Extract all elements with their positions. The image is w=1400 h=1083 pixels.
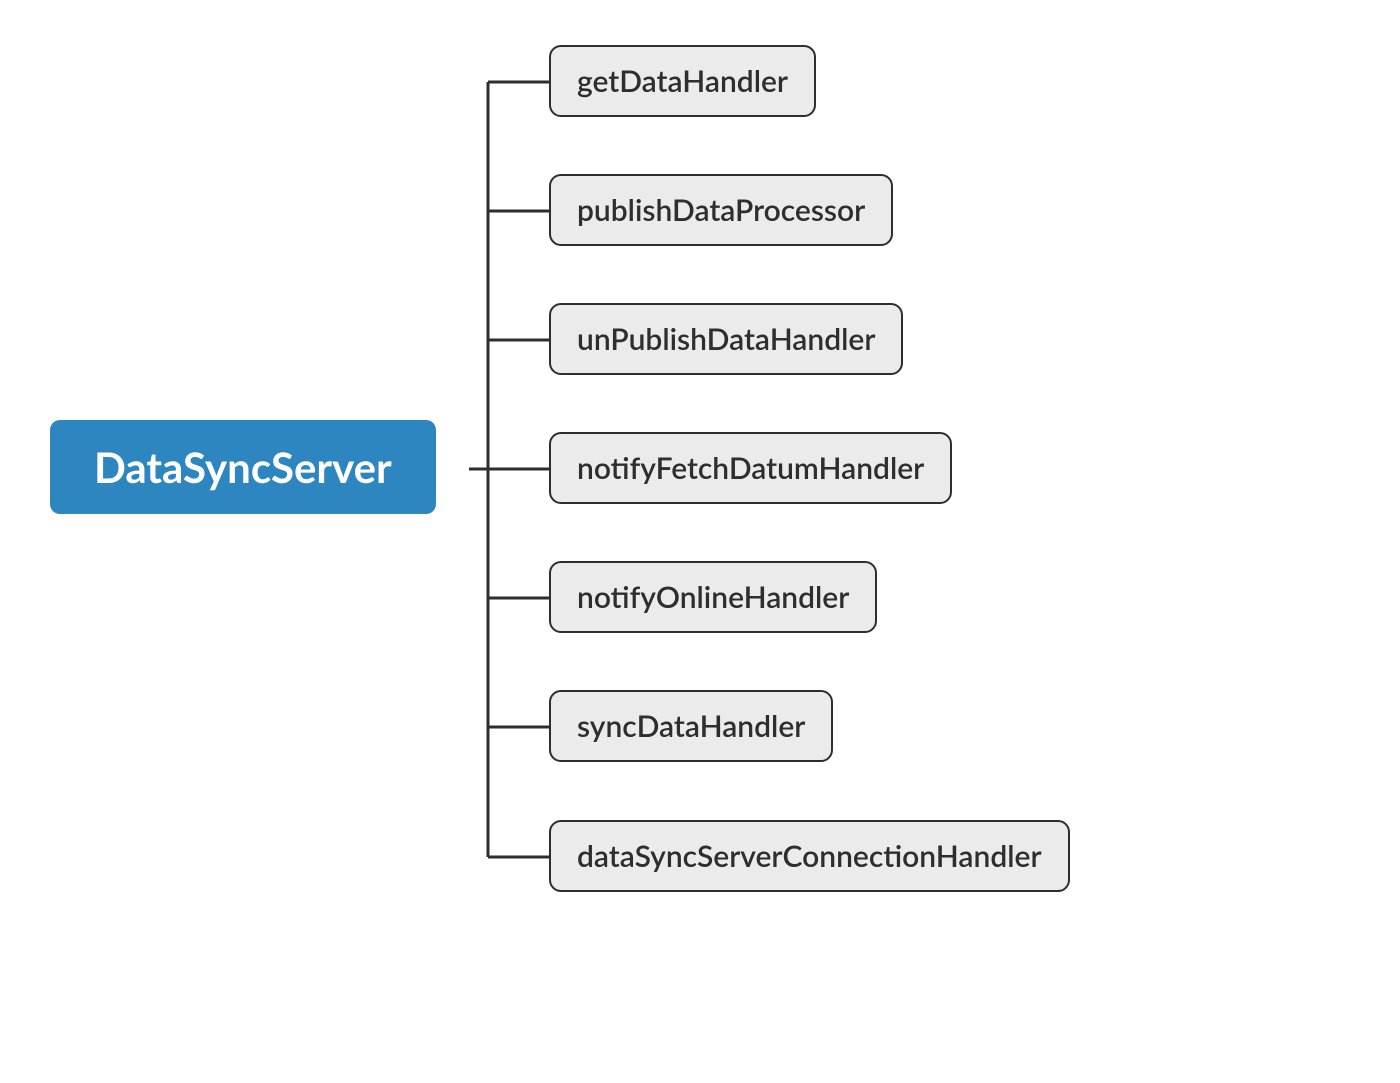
connectors	[0, 0, 1400, 1083]
child-node-0: getDataHandler	[549, 45, 816, 117]
child-label: unPublishDataHandler	[577, 321, 875, 357]
child-label: syncDataHandler	[577, 708, 805, 744]
child-label: publishDataProcessor	[577, 192, 865, 228]
child-node-5: syncDataHandler	[549, 690, 833, 762]
child-label: notifyOnlineHandler	[577, 579, 849, 615]
child-label: dataSyncServerConnectionHandler	[577, 838, 1042, 874]
child-label: notifyFetchDatumHandler	[577, 450, 924, 486]
tree-diagram: DataSyncServer getDataHandler publishDat…	[0, 0, 1400, 1083]
child-node-3: notifyFetchDatumHandler	[549, 432, 952, 504]
child-node-2: unPublishDataHandler	[549, 303, 903, 375]
child-node-6: dataSyncServerConnectionHandler	[549, 820, 1070, 892]
child-node-1: publishDataProcessor	[549, 174, 893, 246]
child-label: getDataHandler	[577, 63, 788, 99]
child-node-4: notifyOnlineHandler	[549, 561, 877, 633]
root-node: DataSyncServer	[50, 420, 436, 514]
root-label: DataSyncServer	[94, 442, 392, 492]
